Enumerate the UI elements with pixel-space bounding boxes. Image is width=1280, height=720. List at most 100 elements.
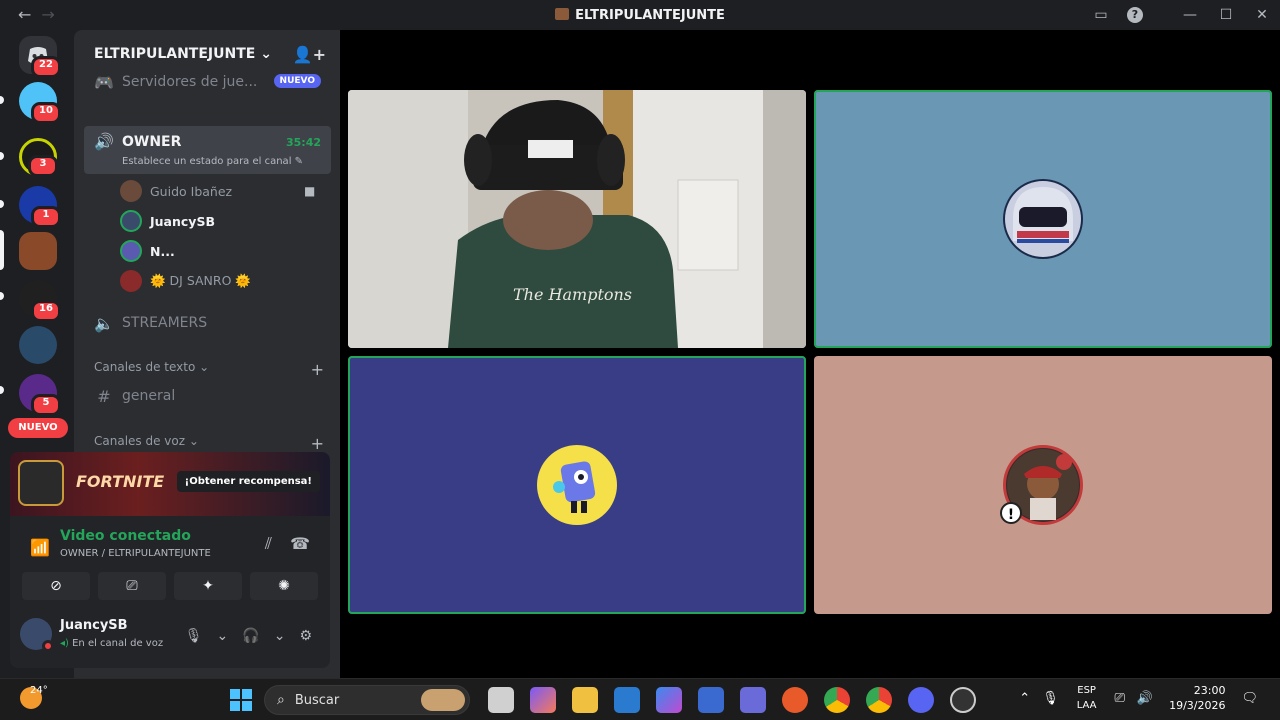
direct-messages-button[interactable]: 22 <box>19 36 61 78</box>
voice-user-row[interactable]: N... <box>120 237 175 265</box>
robot-avatar <box>537 445 617 525</box>
robot-avatar-tile[interactable] <box>348 356 806 614</box>
hash-icon: # <box>97 386 111 406</box>
app-orange-icon[interactable] <box>782 687 808 713</box>
close-button[interactable]: ✕ <box>1244 7 1280 23</box>
unread-pill <box>0 152 4 160</box>
promo-game-title: FORTNITE <box>76 472 165 491</box>
soundboard-button[interactable]: ✺ <box>250 572 318 600</box>
avatar <box>120 180 142 202</box>
windows-taskbar: 24° ⌕ Buscar ⌃ 🎙 ESP LAA ⎚ 🔊 23:00 19/3/20… <box>0 678 1280 720</box>
video-stage: The Hamptons ! <box>340 30 1280 678</box>
avatar <box>120 240 142 262</box>
windows-start-icon[interactable] <box>230 689 252 711</box>
minimize-button[interactable]: — <box>1172 7 1208 23</box>
voice-user-row[interactable]: 🌞 DJ SANRO 🌞 <box>120 267 251 295</box>
copilot-icon[interactable] <box>530 687 556 713</box>
obs-icon[interactable] <box>950 687 976 713</box>
server-blue[interactable]: 10 <box>19 82 61 124</box>
bear-avatar-tile[interactable]: ! <box>814 356 1272 614</box>
inbox-icon[interactable]: ▭ <box>1093 7 1109 23</box>
headphones-icon[interactable]: 🎧 <box>242 628 259 644</box>
server-eltripulantejunte[interactable] <box>19 232 57 270</box>
text-channel-general[interactable]: # general <box>84 380 331 412</box>
settings-gear-icon[interactable]: ⚙ <box>299 628 312 644</box>
voice-user-row[interactable]: JuancySB <box>120 207 215 235</box>
camera-feed-tile[interactable]: The Hamptons <box>348 90 806 348</box>
server-stars[interactable]: 1 <box>19 186 61 228</box>
discord-taskbar-icon[interactable] <box>908 687 934 713</box>
m365-icon[interactable] <box>656 687 682 713</box>
screen-share-button[interactable]: ⎚ <box>98 572 166 600</box>
noise-suppression-icon[interactable]: ⫽ <box>265 534 272 554</box>
camera-off-button[interactable]: ⊘ <box>22 572 90 600</box>
mic-options-chevron-icon[interactable]: ⌄ <box>217 628 229 644</box>
promo-banner: FORTNITE ¡Obtener recompensa! <box>10 452 330 516</box>
helmet-avatar-tile[interactable] <box>814 90 1272 348</box>
channel-name: general <box>122 388 176 404</box>
voice-channels-category[interactable]: Canales de voz ⌄ + <box>94 434 324 453</box>
tray-expand-icon[interactable]: ⌃ <box>1019 691 1030 706</box>
avatar <box>120 270 142 292</box>
server-name: ELTRIPULANTEJUNTE <box>94 46 256 62</box>
server-badge: 3 <box>28 155 58 177</box>
maximize-button[interactable]: ☐ <box>1208 7 1244 23</box>
username[interactable]: JuancySB <box>60 618 128 633</box>
teams-icon[interactable] <box>740 687 766 713</box>
server-eagles[interactable] <box>19 326 57 364</box>
user-name: JuancySB <box>150 213 215 229</box>
add-member-icon[interactable]: 👤+ <box>293 45 326 64</box>
notification-icon[interactable]: 🗨 <box>1241 691 1258 706</box>
helmet-avatar <box>1003 179 1083 259</box>
chrome-profile-icon[interactable] <box>866 687 892 713</box>
claim-reward-button[interactable]: ¡Obtener recompensa! <box>176 471 320 492</box>
avatar <box>120 210 142 232</box>
signal-icon[interactable]: 📶 <box>30 538 50 557</box>
server-black[interactable]: 16 <box>19 280 61 322</box>
taskbar-search[interactable]: ⌕ Buscar <box>264 685 470 715</box>
clock[interactable]: 23:00 19/3/2026 <box>1169 683 1225 713</box>
avatar[interactable] <box>20 618 54 652</box>
search-highlight-icon <box>421 689 465 711</box>
store-icon[interactable] <box>698 687 724 713</box>
add-channel-icon[interactable]: + <box>311 434 324 453</box>
language-indicator[interactable]: ESP LAA <box>1077 683 1097 713</box>
camera-icon: ■ <box>304 184 316 198</box>
voice-channel-streamers[interactable]: 🔈 STREAMERS <box>84 307 331 339</box>
title-bar: ←→ ELTRIPULANTEJUNTE ▭ ? — ☐ ✕ <box>0 0 1280 30</box>
server-yellow[interactable]: 3 <box>19 138 58 177</box>
chrome-icon[interactable] <box>824 687 850 713</box>
status-dot <box>42 640 54 652</box>
warning-icon: ! <box>1000 502 1022 524</box>
new-servers-pill[interactable]: NUEVO <box>8 418 68 438</box>
temperature: 24° <box>30 685 48 696</box>
channel-name: OWNER <box>122 134 182 150</box>
help-icon[interactable]: ? <box>1127 7 1143 23</box>
text-channels-category[interactable]: Canales de texto ⌄ + <box>94 360 324 379</box>
search-placeholder: Buscar <box>294 692 340 708</box>
discord-fortnite-logo <box>18 460 64 506</box>
game-servers-row[interactable]: 🎮 Servidores de jue... NUEVO <box>84 66 331 98</box>
disconnect-icon[interactable]: ☎ <box>290 534 310 554</box>
game-servers-label: Servidores de jue... <box>122 74 258 90</box>
outlook-icon[interactable] <box>614 687 640 713</box>
network-icon[interactable]: ⎚ <box>1114 691 1124 706</box>
user-name: 🌞 DJ SANRO 🌞 <box>150 273 251 288</box>
voice-user-row[interactable]: Guido Ibañez ■ <box>120 177 315 205</box>
task-view-icon[interactable] <box>488 687 514 713</box>
microphone-icon[interactable]: 🎙 <box>185 628 203 644</box>
server-badge: 5 <box>31 394 61 416</box>
unread-pill <box>0 96 4 104</box>
activities-button[interactable]: ✦ <box>174 572 242 600</box>
voice-channel-owner[interactable]: 🔊 OWNER 35:42 Establece un estado para e… <box>84 126 331 174</box>
channel-status[interactable]: Establece un estado para el canal ✎ <box>122 156 303 167</box>
file-explorer-icon[interactable] <box>572 687 598 713</box>
tray-mic-icon[interactable]: 🎙 <box>1042 691 1059 706</box>
audio-options-chevron-icon[interactable]: ⌄ <box>274 628 286 644</box>
volume-icon[interactable]: 🔊 <box>1137 691 1153 706</box>
add-channel-icon[interactable]: + <box>311 360 324 379</box>
chevron-down-icon: ⌄ <box>260 46 272 62</box>
server-chilena[interactable]: 5 <box>19 374 61 416</box>
unread-pill <box>0 292 4 300</box>
connection-channel[interactable]: OWNER / ELTRIPULANTEJUNTE <box>60 548 211 559</box>
